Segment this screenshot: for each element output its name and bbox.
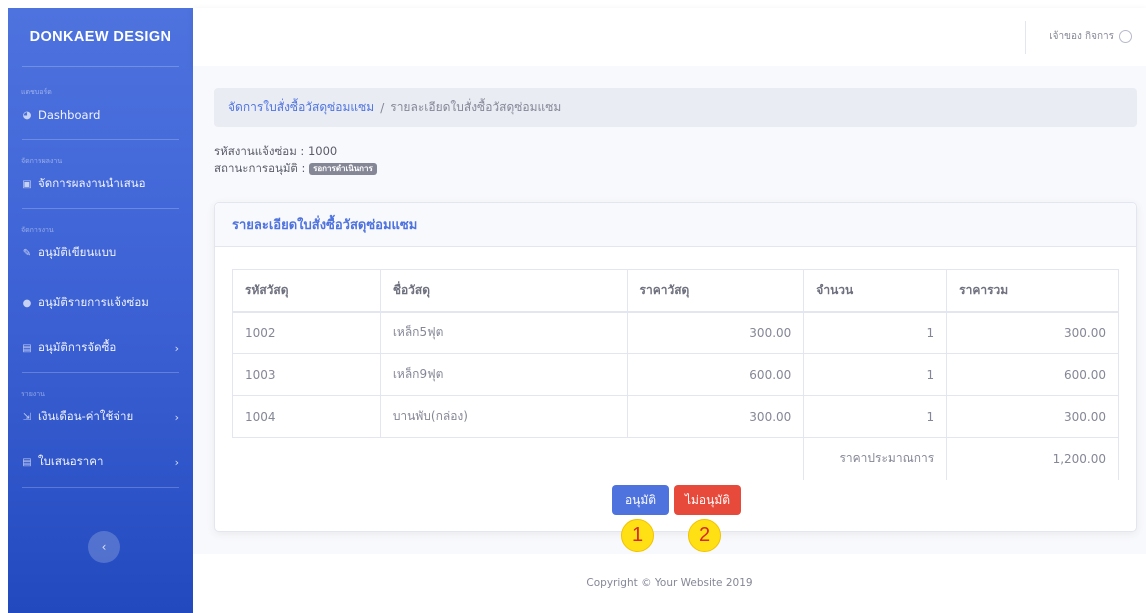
table-header-row: รหัสวัสดุ ชื่อวัสดุ ราคาวัสดุ จำนวน ราคา… — [232, 269, 1119, 313]
sidebar-heading-reports: รายงาน — [21, 390, 45, 398]
sidebar-item-label: จัดการผลงานนำเสนอ — [38, 176, 146, 190]
file-icon: ▤ — [22, 342, 32, 354]
table-cell: 1 — [803, 353, 948, 396]
file-icon: ▤ — [22, 456, 32, 468]
sidebar-item-label: อนุมัติการจัดซื้อ — [38, 340, 117, 354]
pencil-icon: ✎ — [22, 247, 32, 259]
annotation-marker-2: 2 — [688, 519, 721, 552]
job-code-value: 1000 — [307, 144, 338, 158]
sidebar-item-label: อนุมัติรายการแจ้งซ่อม — [38, 295, 149, 309]
sidebar: DONKAEW DESIGN แดชบอร์ด ◕ Dashboard จัดก… — [8, 8, 193, 613]
materials-table: รหัสวัสดุ ชื่อวัสดุ ราคาวัสดุ จำนวน ราคา… — [232, 269, 1119, 480]
status-label: สถานะการอนุมัติ : — [214, 161, 306, 175]
sidebar-item-label: ใบเสนอราคา — [38, 454, 104, 468]
sidebar-item-portfolio[interactable]: ▣ จัดการผลงานนำเสนอ — [8, 174, 193, 194]
approve-button[interactable]: อนุมัติ — [612, 485, 669, 515]
column-header: จำนวน — [803, 269, 948, 313]
sidebar-item-label: เงินเดือน-ค่าใช้จ่าย — [38, 409, 134, 423]
image-icon: ▣ — [22, 178, 32, 190]
column-header: ราคาวัสดุ — [626, 269, 805, 313]
table-row: 1003 เหล็ก9ฟุต 600.00 1 600.00 — [232, 353, 1119, 396]
user-name: เจ้าของ กิจการ — [1049, 31, 1114, 42]
sidebar-item-label: อนุมัติเขียนแบบ — [38, 245, 117, 259]
hand-holding-icon: ⇲ — [22, 411, 32, 423]
reject-button[interactable]: ไม่อนุมัติ — [674, 485, 741, 515]
table-cell: 300.00 — [946, 395, 1119, 438]
sidebar-item-dashboard[interactable]: ◕ Dashboard — [8, 105, 193, 125]
breadcrumb-parent-link[interactable]: จัดการใบสั่งซื้อวัสดุซ่อมแซม — [228, 98, 374, 117]
chevron-left-icon: ‹ — [101, 540, 107, 554]
topbar-divider — [1025, 21, 1026, 54]
table-cell: 1002 — [232, 311, 381, 354]
sidebar-divider — [22, 487, 179, 488]
table-cell: 1 — [803, 311, 948, 354]
table-cell: 1004 — [232, 395, 381, 438]
comment-icon: ● — [22, 297, 32, 309]
sidebar-item-approve-purchase[interactable]: ▤ อนุมัติการจัดซื้อ › — [8, 338, 193, 358]
sidebar-item-label: Dashboard — [38, 108, 101, 122]
column-header: ชื่อวัสดุ — [379, 269, 628, 313]
table-cell: บานพับ(กล่อง) — [379, 395, 628, 438]
table-row: 1002 เหล็ก5ฟุต 300.00 1 300.00 — [232, 311, 1119, 354]
column-header: ราคารวม — [946, 269, 1119, 313]
sidebar-heading-jobs: จัดการงาน — [21, 226, 54, 234]
table-cell: 600.00 — [626, 353, 805, 396]
table-cell: 600.00 — [946, 353, 1119, 396]
sidebar-toggle-button[interactable]: ‹ — [88, 531, 120, 563]
table-cell: เหล็ก9ฟุต — [379, 353, 628, 396]
annotation-marker-1: 1 — [621, 519, 654, 552]
sidebar-item-approve-repair[interactable]: ● อนุมัติรายการแจ้งซ่อม — [8, 293, 193, 313]
table-cell: เหล็ก5ฟุต — [379, 311, 628, 354]
column-header: รหัสวัสดุ — [232, 269, 381, 313]
topbar: เจ้าของ กิจการ — [193, 8, 1146, 66]
status-line: สถานะการอนุมัติ : รอการดำเนินการ — [214, 160, 377, 177]
chevron-right-icon: › — [174, 455, 179, 469]
chevron-right-icon: › — [174, 341, 179, 355]
footer-copyright: Copyright © Your Website 2019 — [586, 577, 753, 589]
order-detail-card: รายละเอียดใบสั่งซื้อวัสดุซ่อมแซม รหัสวัส… — [214, 202, 1137, 532]
table-cell: 1 — [803, 395, 948, 438]
table-cell: 1003 — [232, 353, 381, 396]
table-cell: 300.00 — [626, 395, 805, 438]
table-cell: 300.00 — [946, 311, 1119, 354]
sidebar-heading-manage-work: จัดการผลงาน — [21, 157, 63, 165]
page: DONKAEW DESIGN แดชบอร์ด ◕ Dashboard จัดก… — [0, 0, 1146, 613]
job-code-label: รหัสงานแจ้งซ่อม : — [214, 144, 305, 158]
breadcrumb-separator: / — [380, 100, 385, 115]
brand-logo[interactable]: DONKAEW DESIGN — [8, 8, 193, 66]
sidebar-heading-dashboard: แดชบอร์ด — [21, 88, 52, 96]
breadcrumb-current: รายละเอียดใบสั่งซื้อวัสดุซ่อมแซม — [390, 100, 562, 114]
card-title: รายละเอียดใบสั่งซื้อวัสดุซ่อมแซม — [215, 203, 1136, 247]
user-menu[interactable]: เจ้าของ กิจการ — [1049, 29, 1132, 44]
total-value: 1,200.00 — [946, 437, 1119, 480]
job-info: รหัสงานแจ้งซ่อม : 1000 สถานะการอนุมัติ :… — [214, 143, 377, 177]
chevron-right-icon: › — [174, 410, 179, 424]
sidebar-item-approve-drawing[interactable]: ✎ อนุมัติเขียนแบบ — [8, 243, 193, 263]
table-cell: 300.00 — [626, 311, 805, 354]
table-cell-empty — [232, 437, 804, 480]
user-circle-icon — [1119, 30, 1132, 43]
sidebar-item-salary-expense[interactable]: ⇲ เงินเดือน-ค่าใช้จ่าย › — [8, 407, 193, 427]
table-total-row: ราคาประมาณการ 1,200.00 — [232, 437, 1119, 480]
status-badge: รอการดำเนินการ — [309, 163, 377, 175]
job-code-line: รหัสงานแจ้งซ่อม : 1000 — [214, 143, 377, 160]
table-row: 1004 บานพับ(กล่อง) 300.00 1 300.00 — [232, 395, 1119, 438]
breadcrumb: จัดการใบสั่งซื้อวัสดุซ่อมแซม / รายละเอีย… — [214, 88, 1137, 127]
tachometer-icon: ◕ — [22, 109, 32, 121]
sidebar-item-quotation[interactable]: ▤ ใบเสนอราคา › — [8, 452, 193, 472]
total-label: ราคาประมาณการ — [803, 437, 948, 480]
